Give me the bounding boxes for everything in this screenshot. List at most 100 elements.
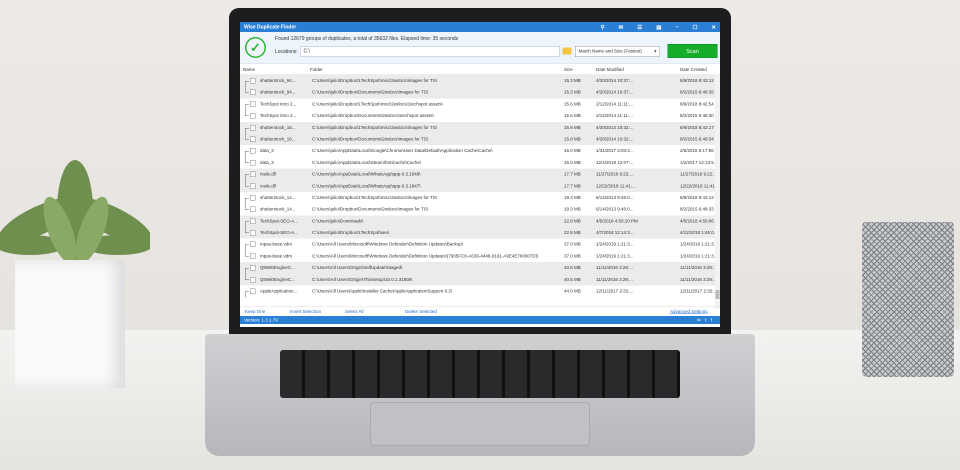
table-row[interactable]: mpas-base.vdm C:\Users\All Users\Microsof… <box>240 239 720 251</box>
file-size: 22.8 MB <box>564 218 581 224</box>
app-title: Wise Duplicate Finder <box>244 24 297 30</box>
date-created: 1/24/2019 1:21:3... <box>680 241 718 247</box>
column-date-created[interactable]: Date Created <box>680 67 707 72</box>
date-modified: 4/20/2014 10:37:... <box>596 78 634 83</box>
table-row[interactable]: node.dll C:\Users\julio\AppData\Local\Wha… <box>240 180 720 192</box>
file-size: 37.0 MB <box>564 253 581 259</box>
row-checkbox[interactable] <box>250 288 256 295</box>
file-size: 15.6 MB <box>564 113 581 119</box>
group-bracket <box>245 156 249 163</box>
file-size: 16.0 MB <box>564 159 581 165</box>
delete-selected-link[interactable]: Delete Selected <box>405 309 437 314</box>
table-row[interactable]: mpas-base.vdm C:\Users\All Users\Microsof… <box>240 250 720 262</box>
group-bracket <box>245 180 249 187</box>
close-icon[interactable]: ✕ <box>711 24 716 30</box>
table-row[interactable]: shutterstock_14... C:\Users\julio\Dropbox… <box>240 192 720 204</box>
menu-icon[interactable]: ☰ <box>637 24 642 30</box>
table-row[interactable]: TechSpot-SEO-A... C:\Users\julio\Dropbox\… <box>240 227 720 239</box>
date-modified: 1/31/2017 3:03:4... <box>596 148 634 154</box>
row-checkbox[interactable] <box>250 101 256 107</box>
mail-icon[interactable]: ✉ <box>619 24 624 30</box>
table-row[interactable]: node.dll C:\Users\julio\AppData\Local\Wha… <box>240 168 720 181</box>
location-input[interactable]: C:\ <box>300 46 560 57</box>
match-mode-value: Match Name and Size (Fastest) <box>578 48 642 54</box>
row-checkbox[interactable] <box>250 113 256 119</box>
row-checkbox[interactable] <box>250 78 256 84</box>
table-row[interactable]: shutterstock_14... C:\Users\julio\Dropbox… <box>240 203 720 216</box>
table-row[interactable]: AppleApplication... C:\Users\All Users\Ap… <box>240 286 720 298</box>
row-checkbox[interactable] <box>250 171 256 178</box>
minimize-icon[interactable]: – <box>675 24 678 31</box>
date-created: 8/2/2015 6:48:35 PM <box>680 89 720 95</box>
folder-path: C:\Users\julio\Downloads\ <box>312 218 364 224</box>
keep-one-link[interactable]: Keep One <box>245 309 265 314</box>
date-created: 12/11/2017 2:32:... <box>680 288 718 294</box>
file-name: data_3 <box>260 148 274 154</box>
row-checkbox[interactable] <box>250 194 256 201</box>
maximize-icon[interactable]: ☐ <box>692 24 697 30</box>
row-checkbox[interactable] <box>250 241 256 248</box>
row-checkbox[interactable] <box>250 218 256 224</box>
table-row[interactable]: QtWebEngineC... C:\Users\All Users\Origin… <box>240 273 720 286</box>
date-modified: 4/5/2018 4:50:10 PM <box>596 218 638 224</box>
date-modified: 11/11/2016 3:28:... <box>596 265 633 271</box>
invert-selection-link[interactable]: Invert Selection <box>290 309 321 314</box>
select-all-link[interactable]: Select All <box>345 309 364 314</box>
row-checkbox[interactable] <box>250 89 256 96</box>
folder-path: C:\Users\julio\Dropbox\1TechSpot\seo\ <box>312 230 390 236</box>
status-bar: Version: 1.3.1.79 ✉𝕥f <box>240 316 720 324</box>
column-date-modified[interactable]: Date Modified <box>596 67 624 72</box>
skin-icon[interactable]: ▤ <box>656 24 661 30</box>
date-modified: 4/20/2014 10:37:... <box>596 89 634 95</box>
file-name: TechSpot intro 2... <box>260 113 297 119</box>
table-row[interactable]: TechSpot intro 2... C:\Users\julio\Dropbo… <box>240 110 720 122</box>
folder-path: C:\Users\All Users\Microsoft\Windows Def… <box>312 253 539 259</box>
row-checkbox[interactable] <box>250 183 256 189</box>
match-mode-select[interactable]: Match Name and Size (Fastest) ▾ <box>575 46 660 57</box>
table-row[interactable]: TechSpot intro 2... C:\Users\julio\Dropbo… <box>240 98 720 111</box>
scrollbar[interactable] <box>715 75 720 309</box>
table-row[interactable]: shutterstock_16... C:\Users\julio\Dropbox… <box>240 121 720 134</box>
row-checkbox[interactable] <box>250 253 256 259</box>
table-row[interactable]: data_3 C:\Users\julio\AppData\Local\Steam… <box>240 156 720 169</box>
folder-icon[interactable] <box>562 47 572 55</box>
pin-icon[interactable]: ⚲ <box>601 24 605 30</box>
date-created: 8/9/2018 8:43:17 ... <box>680 124 719 130</box>
row-checkbox[interactable] <box>250 276 256 283</box>
table-row[interactable]: shutterstock_94... C:\Users\julio\Dropbox… <box>240 75 720 87</box>
folder-path: C:\Users\julio\AppData\Local\WhatsApp\ap… <box>312 171 421 177</box>
scrollbar-thumb[interactable] <box>715 290 720 299</box>
row-checkbox[interactable] <box>250 124 256 131</box>
folder-path: C:\Users\All Users\Origin\ThinSetup\10.0… <box>312 276 413 282</box>
file-size: 17.7 MB <box>564 171 581 177</box>
table-row[interactable]: shutterstock_94... C:\Users\julio\Dropbox… <box>240 86 720 99</box>
table-row[interactable]: TechSpot-SEO-A... C:\Users\julio\Download… <box>240 215 720 228</box>
column-folder[interactable]: Folder <box>310 67 323 72</box>
column-size[interactable]: Size <box>564 67 573 72</box>
row-checkbox[interactable] <box>250 206 256 213</box>
table-row[interactable]: shutterstock_16... C:\Users\julio\Dropbox… <box>240 133 720 146</box>
column-name[interactable]: Name <box>243 67 255 72</box>
row-checkbox[interactable] <box>250 265 256 271</box>
row-checkbox[interactable] <box>250 148 256 154</box>
file-size: 37.0 MB <box>564 241 581 247</box>
file-name: shutterstock_14... <box>260 206 296 212</box>
row-checkbox[interactable] <box>250 136 256 142</box>
advanced-settings-link[interactable]: Advanced Settings <box>670 309 708 314</box>
date-modified: 12/22/2018 11:41:... <box>596 183 636 189</box>
folder-path: C:\Users\julio\Dropbox\1TechSpot\misc\2w… <box>312 194 437 200</box>
date-modified: 1/24/2019 1:21:3... <box>596 241 634 247</box>
table-row[interactable]: QtWebEngineC... C:\Users\All Users\Origin… <box>240 262 720 275</box>
title-bar: Wise Duplicate Finder ⚲ ✉ ☰ ▤ – ☐ ✕ <box>240 22 720 32</box>
scan-button[interactable]: Scan <box>667 44 718 58</box>
folder-path: C:\Users\julio\Dropbox\1TechSpot\misc\2w… <box>312 101 443 107</box>
file-name: data_3 <box>260 159 274 165</box>
date-created: 11/27/2018 9:22:... <box>680 171 718 177</box>
row-checkbox[interactable] <box>250 230 256 236</box>
date-created: 8/2/2015 6:48:34 PM <box>680 136 720 142</box>
date-created: 8/2/2015 6:48:33 PM <box>680 206 720 212</box>
row-checkbox[interactable] <box>250 159 256 166</box>
file-name: shutterstock_94... <box>260 78 296 83</box>
table-row[interactable]: data_3 C:\Users\julio\AppData\Local\Googl… <box>240 145 720 158</box>
social-icons[interactable]: ✉𝕥f <box>697 316 716 324</box>
